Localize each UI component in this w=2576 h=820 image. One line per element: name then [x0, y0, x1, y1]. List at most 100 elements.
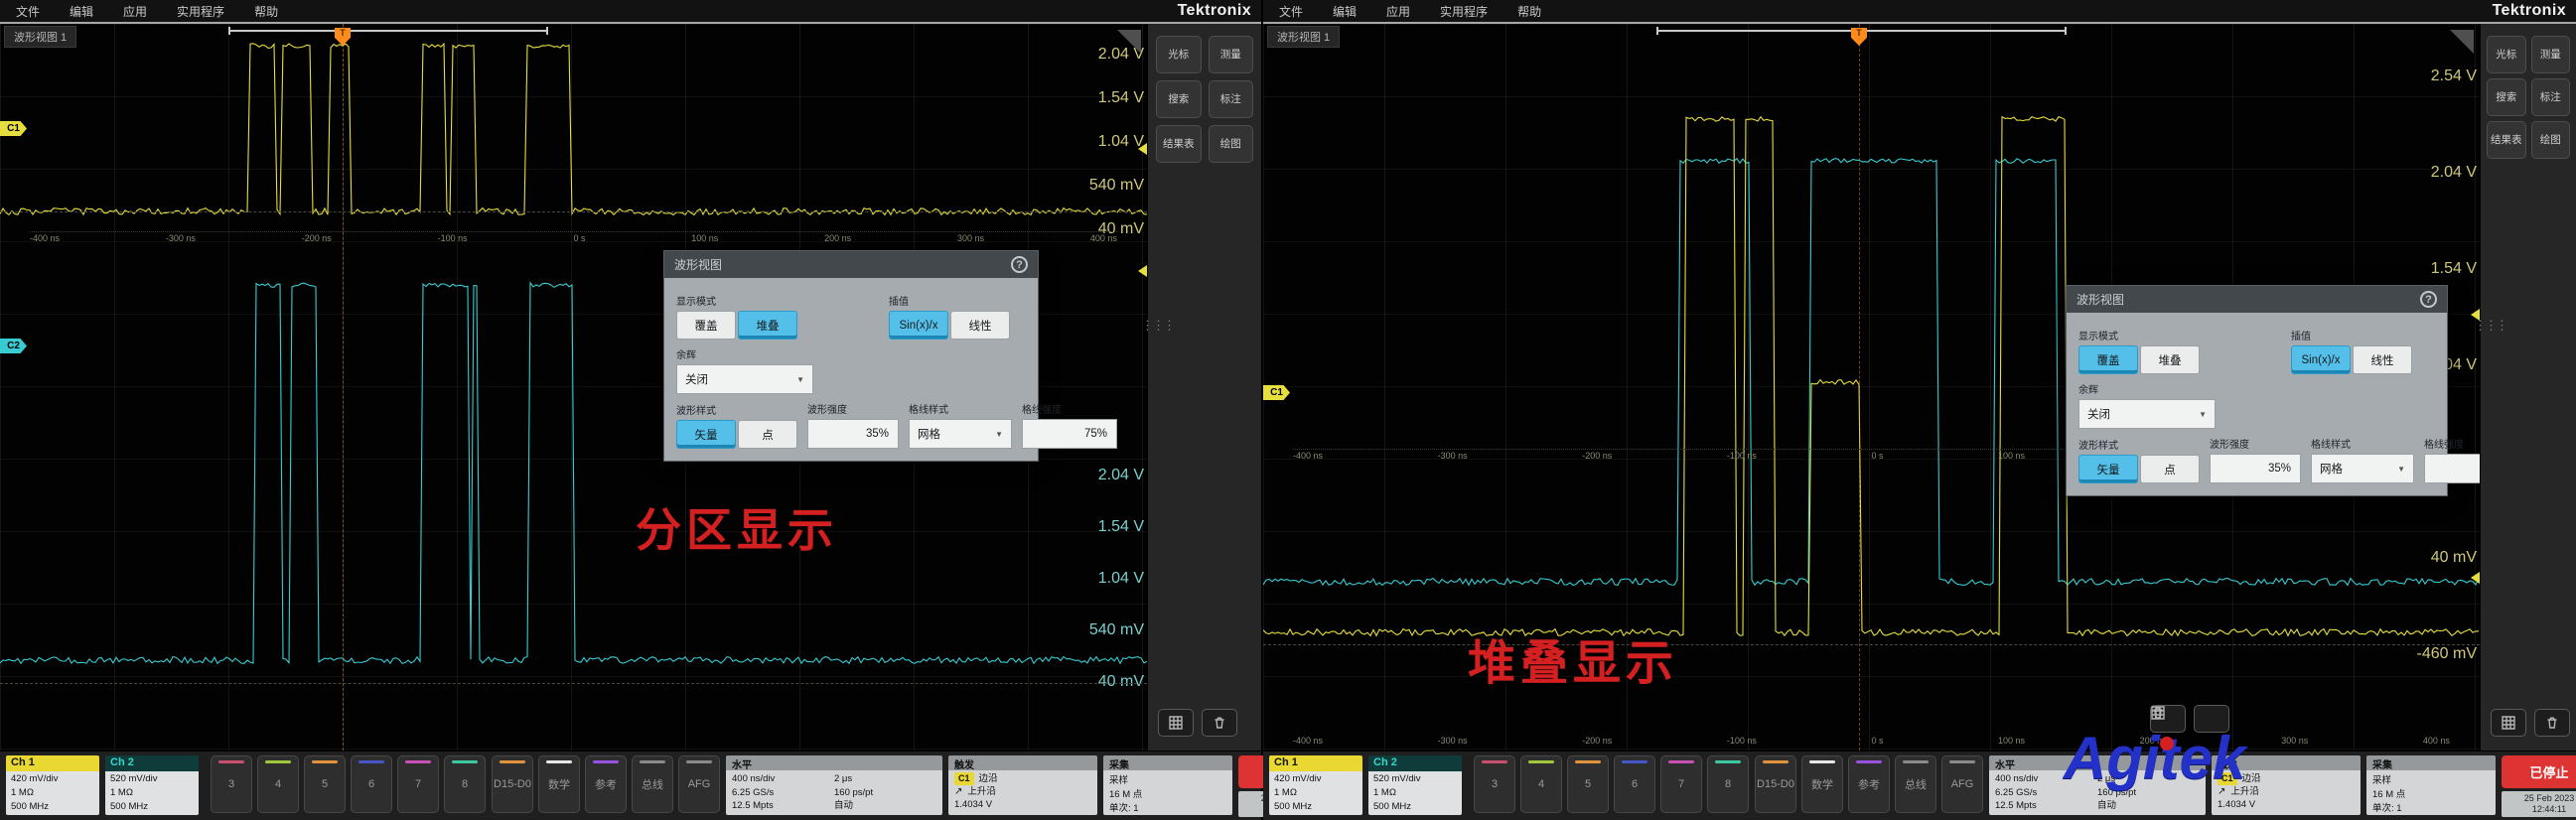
- interpolation-sinx-button[interactable]: Sin(x)/x: [889, 311, 948, 340]
- help-icon[interactable]: ?: [1011, 256, 1028, 273]
- source-button[interactable]: 数学: [538, 755, 580, 813]
- level-dashed-line: [0, 683, 1147, 684]
- channel-button[interactable]: 7: [1660, 755, 1702, 813]
- display-mode-stacked-button[interactable]: 堆叠: [738, 311, 797, 340]
- trash-button[interactable]: [1202, 709, 1237, 737]
- channel-button[interactable]: 6: [351, 755, 392, 813]
- results-button[interactable]: 结果表: [1156, 125, 1202, 163]
- channel-badge-ch1[interactable]: Ch 1 420 mV/div1 MΩ500 MHz: [6, 755, 99, 815]
- results-button[interactable]: 标注: [2531, 78, 2571, 116]
- source-button[interactable]: 参考: [1848, 755, 1890, 813]
- interpolation-sinx-button[interactable]: Sin(x)/x: [2291, 345, 2351, 374]
- channel-button[interactable]: 6: [1614, 755, 1655, 813]
- trash-icon: [2544, 715, 2560, 731]
- channel-badge-ch1[interactable]: Ch 1 420 mV/div1 MΩ500 MHz: [1269, 755, 1362, 815]
- dialog-title-bar[interactable]: 波形视图 ?: [2067, 286, 2447, 313]
- zoom-overview-button[interactable]: [1158, 709, 1194, 737]
- trigger-level-arrow[interactable]: [1132, 143, 1147, 155]
- channel-button[interactable]: 5: [1567, 755, 1609, 813]
- time-label: 100 ns: [1998, 736, 2025, 746]
- zoom-overview-button[interactable]: [2491, 709, 2526, 737]
- results-button[interactable]: 光标: [1156, 36, 1202, 73]
- graticule-intensity-field[interactable]: 75%: [2424, 454, 2480, 483]
- channel-badge-ch2[interactable]: Ch 2 520 mV/div1 MΩ500 MHz: [1368, 755, 1462, 815]
- channel-badge-ch2[interactable]: Ch 2 520 mV/div1 MΩ500 MHz: [105, 755, 199, 815]
- drag-handle-icon[interactable]: ⋮⋮⋮: [2474, 322, 2482, 329]
- trigger-level-arrow[interactable]: [1132, 265, 1147, 277]
- horizontal-badge[interactable]: 水平 400 ns/div2 μs6.25 GS/s160 ps/pt12.5 …: [726, 755, 942, 815]
- menu-item[interactable]: 实用程序: [177, 3, 224, 20]
- trigger-position-line: [1859, 24, 1860, 751]
- acquisition-badge[interactable]: 采集 采样16 M 点单次: 1: [2366, 755, 2496, 815]
- channel-button[interactable]: 4: [257, 755, 299, 813]
- display-mode-overlay-button[interactable]: 覆盖: [2078, 345, 2138, 374]
- channel-button[interactable]: 8: [1707, 755, 1749, 813]
- waveform-view-tab[interactable]: 波形视图 1: [1267, 26, 1340, 48]
- dialog-title-bar[interactable]: 波形视图 ?: [664, 251, 1038, 278]
- acquisition-preview-bar[interactable]: [228, 27, 548, 35]
- channel-button[interactable]: 3: [1474, 755, 1515, 813]
- menu-item[interactable]: 编辑: [1333, 3, 1357, 20]
- graticule-intensity-field[interactable]: 75%: [1022, 419, 1117, 449]
- menu-item[interactable]: 应用: [1386, 3, 1410, 20]
- source-button[interactable]: AFG: [678, 755, 720, 813]
- display-mode-label: 显示模式: [2078, 328, 2200, 342]
- source-button[interactable]: 数学: [1801, 755, 1843, 813]
- interpolation-linear-button[interactable]: 线性: [2353, 345, 2412, 374]
- channel-button[interactable]: 4: [1520, 755, 1562, 813]
- channel-button[interactable]: 5: [304, 755, 346, 813]
- zoom-grid-icon: [2501, 715, 2516, 731]
- results-button[interactable]: 绘图: [2531, 121, 2571, 159]
- help-icon[interactable]: ?: [2420, 291, 2437, 308]
- display-mode-stacked-button[interactable]: 堆叠: [2140, 345, 2200, 374]
- interpolation-linear-button[interactable]: 线性: [950, 311, 1010, 340]
- waveform-intensity-field[interactable]: 35%: [2210, 454, 2301, 483]
- run-stop-button[interactable]: 已停止: [2502, 755, 2576, 788]
- waveform-view-right[interactable]: 波形视图 1 T -400 ns-300 ns-200 ns-100 ns0 s…: [1263, 24, 2480, 751]
- source-button[interactable]: 总线: [1895, 755, 1936, 813]
- display-mode-overlay-button[interactable]: 覆盖: [676, 311, 736, 340]
- results-button[interactable]: 标注: [1209, 80, 1254, 118]
- source-button[interactable]: 参考: [585, 755, 627, 813]
- persistence-dropdown[interactable]: 关闭: [2078, 399, 2216, 429]
- results-button[interactable]: 搜索: [2487, 78, 2526, 116]
- channel-button[interactable]: 8: [444, 755, 486, 813]
- acquisition-badge[interactable]: 采集 采样16 M 点单次: 1: [1103, 755, 1232, 815]
- results-button[interactable]: 测量: [2531, 36, 2571, 73]
- results-button[interactable]: 光标: [2487, 36, 2526, 73]
- channel-button[interactable]: 3: [211, 755, 252, 813]
- waveform-intensity-field[interactable]: 35%: [807, 419, 899, 449]
- source-button[interactable]: D15-D0: [1755, 755, 1796, 813]
- source-button[interactable]: D15-D0: [492, 755, 533, 813]
- waveform-view-tab[interactable]: 波形视图 1: [4, 26, 76, 48]
- menu-item[interactable]: 文件: [16, 3, 40, 20]
- trigger-badge[interactable]: 触发 C1边沿 上升沿 1.4034 V: [948, 755, 1097, 815]
- results-button[interactable]: 测量: [1209, 36, 1254, 73]
- persistence-dropdown[interactable]: 关闭: [676, 364, 813, 394]
- channel-button[interactable]: 7: [397, 755, 439, 813]
- trigger-level-arrow[interactable]: [2465, 572, 2480, 584]
- style-vectors-button[interactable]: 矢量: [2078, 455, 2138, 483]
- results-button[interactable]: 绘图: [1209, 125, 1254, 163]
- graticule-style-dropdown[interactable]: 网格: [909, 419, 1012, 449]
- menu-item[interactable]: 帮助: [1517, 3, 1541, 20]
- channel-buttons: 345678: [1474, 755, 1749, 813]
- waveform-view-left[interactable]: 波形视图 1 T -400 ns-300 ns-200 ns-100 ns0 s…: [0, 24, 1147, 751]
- style-dots-button[interactable]: 点: [738, 420, 797, 449]
- menu-item[interactable]: 文件: [1279, 3, 1303, 20]
- results-button[interactable]: 结果表: [2487, 121, 2526, 159]
- time-label: 0 s: [1871, 451, 1883, 461]
- menu-item[interactable]: 实用程序: [1440, 3, 1488, 20]
- style-vectors-button[interactable]: 矢量: [676, 420, 736, 449]
- menu-item[interactable]: 帮助: [254, 3, 278, 20]
- source-button[interactable]: 总线: [632, 755, 673, 813]
- graticule-style-dropdown[interactable]: 网格: [2311, 454, 2414, 483]
- results-button[interactable]: 搜索: [1156, 80, 1202, 118]
- drag-handle-icon[interactable]: ⋮⋮⋮: [1141, 322, 1149, 329]
- trash-button[interactable]: [2534, 709, 2570, 737]
- menu-item[interactable]: 编辑: [70, 3, 93, 20]
- style-dots-button[interactable]: 点: [2140, 455, 2200, 483]
- source-button[interactable]: AFG: [1941, 755, 1983, 813]
- menu-item[interactable]: 应用: [123, 3, 147, 20]
- tektronix-logo: Tektronix: [2493, 2, 2566, 20]
